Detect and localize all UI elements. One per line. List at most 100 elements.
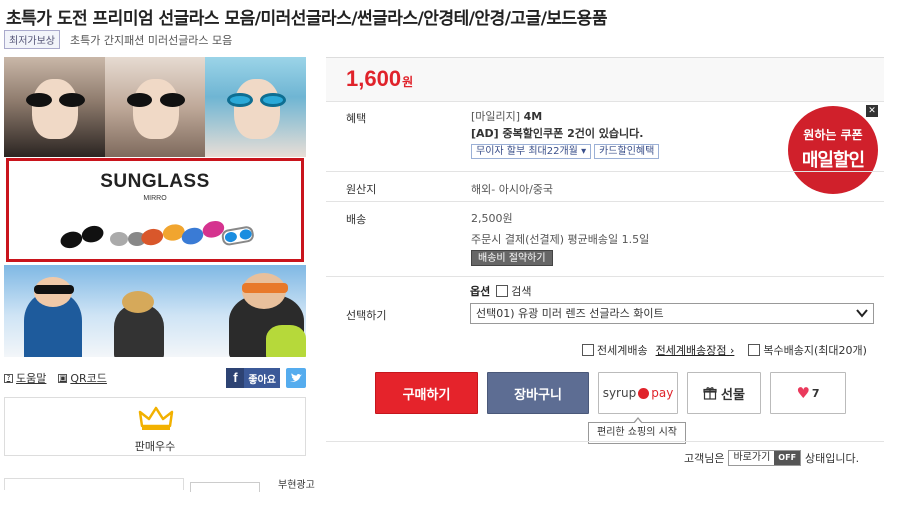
option-selected-value: 선택01) 유광 미러 렌즈 선글라스 화이트	[476, 307, 664, 320]
buy-button[interactable]: 구매하기	[375, 372, 478, 414]
bottom-box-2	[190, 482, 260, 492]
option-select[interactable]: 선택01) 유광 미러 렌즈 선글라스 화이트	[470, 303, 874, 324]
sunglasses-illustration	[60, 220, 254, 249]
syrup-pay-button[interactable]: syrup pay	[598, 372, 678, 414]
chevron-down-icon	[856, 309, 868, 318]
ski-photo	[4, 265, 306, 357]
lowest-price-badge[interactable]: 최저가보상	[4, 30, 60, 49]
model-photo-3	[205, 57, 306, 157]
facebook-icon: f	[226, 368, 245, 388]
cart-button[interactable]: 장바구니	[487, 372, 589, 414]
close-icon[interactable]: ✕	[866, 105, 878, 117]
image-utilities: ? 도움말 ▣ QR코드 f 좋아요	[4, 368, 306, 388]
shortcut-state: OFF	[774, 451, 801, 465]
shortcut-toggle[interactable]: 바로가기 OFF	[728, 450, 802, 466]
multi-address-option[interactable]: 복수배송지(최대20개)	[748, 342, 867, 358]
shipping-options: 전세계배송 전세계배송장점 › 복수배송지(최대20개)	[582, 342, 875, 358]
coupon-line2: 매일할인	[801, 150, 865, 171]
benefit-content: [마일리지] 4M [AD] 중복할인쿠폰 2건이 있습니다. 무이자 할부 최…	[471, 108, 660, 159]
model-photo-2	[104, 57, 206, 157]
coupon-line: [AD] 중복할인쿠폰 2건이 있습니다.	[471, 125, 659, 142]
global-shipping-checkbox[interactable]	[582, 344, 594, 356]
heart-icon: ♥	[796, 384, 810, 402]
coupon-line1: 원하는 쿠폰	[803, 128, 863, 142]
origin-value: 해외- 아시아/중국	[471, 183, 554, 196]
dropdown-arrow-icon: ▾	[581, 146, 587, 157]
gift-label: 선물	[721, 387, 745, 403]
card-discount-button[interactable]: 카드할인혜택	[594, 144, 660, 159]
price: 1,600원	[346, 66, 413, 92]
price-amount: 1,600	[346, 66, 402, 91]
shipping-label: 배송	[346, 213, 367, 226]
shipping-content: 2,500원 주문시 결제(선결제) 평균배송일 1.5일 배송비 절약하기	[471, 210, 649, 266]
facebook-like-button[interactable]: f 좋아요	[226, 368, 280, 388]
option-title: 옵션	[470, 285, 491, 298]
price-unit: 원	[402, 75, 414, 89]
gift-button[interactable]: 선물	[687, 372, 761, 414]
search-checkbox[interactable]	[496, 285, 509, 297]
shortcut-status: 고객님은 바로가기 OFF 상태입니다.	[684, 450, 859, 466]
shortcut-prefix: 고객님은	[684, 452, 725, 465]
like-count: 7	[811, 386, 820, 400]
shipping-info: 주문시 결제(선결제) 평균배송일 1.5일	[471, 233, 650, 246]
subtitle-row: 최저가보상 초특가 간지패션 미러선글라스 모음	[4, 30, 232, 49]
gift-icon	[703, 387, 717, 400]
origin-label: 원산지	[346, 183, 377, 196]
banner-title: SUNGLASS	[100, 171, 210, 192]
mileage-value: 4M	[523, 110, 543, 123]
coupon-info: [AD] 중복할인쿠폰 2건이 있습니다.	[471, 127, 644, 140]
installment-button[interactable]: 무이자 할부 최대22개월 ▾	[471, 144, 592, 159]
model-photo-1	[4, 57, 105, 157]
help-label: 도움말	[16, 372, 47, 385]
action-buttons: 구매하기 장바구니 syrup pay 선물 ♥ 7	[375, 372, 846, 414]
global-shipping-label: 전세계배송	[597, 344, 648, 357]
product-title: 초특가 도전 프리미엄 선글라스 모음/미러선글라스/썬글라스/안경테/안경/고…	[6, 9, 607, 29]
help-link[interactable]: ? 도움말	[4, 370, 46, 386]
option-header: 옵션 검색	[470, 283, 532, 299]
crown-icon	[138, 406, 174, 430]
benefit-label: 혜택	[346, 112, 367, 125]
like-button[interactable]: ♥ 7	[770, 372, 846, 414]
shipping-row: 배송 2,500원 주문시 결제(선결제) 평균배송일 1.5일 배송비 절약하…	[326, 201, 884, 276]
global-shipping-benefit-link[interactable]: 전세계배송장점 ›	[656, 342, 735, 358]
bottom-box-1	[4, 478, 184, 490]
benefit-buttons: 무이자 할부 최대22개월 ▾ 카드할인혜택	[471, 144, 660, 159]
qr-icon: ▣	[58, 373, 68, 383]
origin-row: 원산지 해외- 아시아/중국	[326, 171, 884, 201]
installment-label: 무이자 할부 최대22개월	[476, 146, 578, 157]
bottom-strip: 부현광고	[4, 478, 315, 492]
banner-subtitle: MIRRO	[143, 195, 167, 202]
seller-badge[interactable]: 판매우수	[4, 397, 306, 456]
chevron-right-icon: ›	[729, 344, 735, 357]
question-icon: ?	[4, 373, 13, 383]
sunglass-banner: SUNGLASS MIRRO	[6, 158, 304, 262]
qr-code-link[interactable]: ▣ QR코드	[58, 370, 107, 386]
divider	[326, 441, 884, 442]
option-search[interactable]: 검색	[496, 283, 532, 299]
product-image[interactable]: SUNGLASS MIRRO	[4, 57, 306, 357]
syrup-dot-icon	[638, 387, 650, 399]
search-label: 검색	[511, 285, 532, 298]
multi-address-checkbox[interactable]	[748, 344, 761, 356]
global-shipping-option[interactable]: 전세계배송	[582, 342, 648, 358]
shortcut-button-label: 바로가기	[729, 451, 775, 465]
mileage-line: [마일리지] 4M	[471, 108, 659, 125]
model-photos	[4, 57, 306, 157]
shortcut-suffix: 상태입니다.	[805, 452, 860, 465]
twitter-icon	[290, 373, 302, 382]
facebook-like-label: 좋아요	[248, 374, 276, 386]
select-label: 선택하기	[346, 309, 387, 322]
seller-grade-label: 판매우수	[134, 440, 176, 453]
mileage-prefix: [마일리지]	[471, 110, 521, 123]
pay-label: pay	[651, 386, 674, 400]
qr-label: QR코드	[70, 372, 107, 385]
multi-address-label: 복수배송지(최대20개)	[763, 344, 867, 357]
bottom-partial-text: 부현광고	[278, 480, 315, 491]
twitter-share-button[interactable]	[286, 368, 306, 388]
syrup-label: syrup	[602, 386, 637, 400]
product-subtitle: 초특가 간지패션 미러선글라스 모음	[70, 33, 233, 47]
shipping-fee: 2,500원	[471, 212, 513, 225]
global-shipping-benefit-label: 전세계배송장점	[655, 344, 727, 357]
price-area: 1,600원	[326, 57, 884, 101]
shipping-save-button[interactable]: 배송비 절약하기	[471, 250, 553, 266]
